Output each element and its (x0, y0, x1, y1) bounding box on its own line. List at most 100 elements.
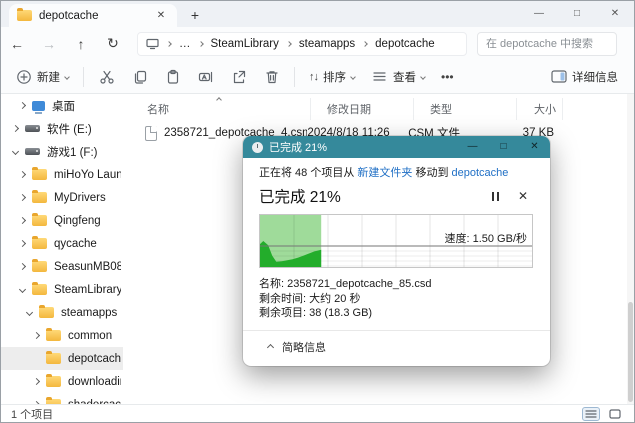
expand-chevron-icon[interactable] (12, 125, 19, 132)
sidebar-item-label: SeasunMB0803 (54, 261, 121, 273)
details-pane-button[interactable]: 详细信息 (542, 63, 626, 91)
sidebar-tree-item[interactable]: depotcache (1, 347, 123, 370)
breadcrumb[interactable]: … SteamLibrary steamapps depotcache (137, 32, 467, 56)
explorer-window: depotcache ✕ + — □ ✕ ← → ↑ ↻ … SteamLibr… (0, 0, 635, 423)
rename-button[interactable] (189, 63, 222, 91)
expand-chevron-icon[interactable] (33, 378, 40, 385)
details-pane-label: 详细信息 (572, 69, 618, 85)
expand-chevron-icon[interactable] (19, 194, 26, 201)
items-remaining-line: 剩余项目: 38 (18.3 GB) (259, 306, 534, 321)
delete-button[interactable] (255, 63, 288, 91)
expand-chevron-icon[interactable] (12, 148, 19, 155)
column-header-size[interactable]: 大小 (517, 98, 563, 120)
sidebar-tree-item[interactable]: SteamLibrary (1, 278, 123, 301)
back-button[interactable]: ← (1, 36, 33, 52)
sidebar-tree-item[interactable]: qycache (1, 232, 123, 255)
sidebar-tree-item[interactable]: 游戏1 (F:) (1, 140, 123, 163)
cut-button[interactable] (90, 63, 123, 91)
rename-icon (197, 68, 214, 85)
tab-depotcache[interactable]: depotcache ✕ (9, 4, 177, 27)
command-toolbar: 新建 ↑↓ 排序 查看 (1, 60, 634, 94)
sidebar-item-label: 软件 (E:) (47, 121, 92, 137)
share-button[interactable] (222, 63, 255, 91)
new-button[interactable]: 新建 (7, 63, 77, 91)
expand-chevron-icon[interactable] (19, 217, 26, 224)
breadcrumb-separator-icon (286, 41, 292, 47)
chevron-down-icon (420, 74, 426, 80)
breadcrumb-depotcache[interactable]: depotcache (375, 38, 434, 50)
paste-button[interactable] (156, 63, 189, 91)
window-minimize-button[interactable]: — (520, 1, 558, 27)
more-options-button[interactable]: ••• (433, 63, 462, 91)
large-icons-view-button[interactable] (606, 407, 624, 421)
item-name-line: 名称: 2358721_depotcache_85.csd (259, 277, 534, 292)
expand-chevron-icon[interactable] (19, 171, 26, 178)
navigation-bar: ← → ↑ ↻ … SteamLibrary steamapps depotca… (1, 27, 634, 60)
dialog-title-bar[interactable]: 已完成 21% — □ ✕ (243, 136, 550, 158)
cancel-transfer-button[interactable]: ✕ (512, 189, 534, 203)
window-maximize-button[interactable]: □ (558, 1, 596, 27)
dialog-maximize-button[interactable]: □ (488, 136, 519, 158)
sidebar-item-label: SteamLibrary (54, 284, 121, 296)
transfer-description: 正在将 48 个项目从 新建文件夹 移动到 depotcache (259, 166, 534, 181)
expand-chevron-icon[interactable] (19, 240, 26, 247)
dialog-close-button[interactable]: ✕ (519, 136, 550, 158)
breadcrumb-steamapps[interactable]: steamapps (299, 38, 355, 50)
sort-ascending-icon (216, 97, 222, 103)
folder-icon (17, 10, 32, 21)
expand-chevron-icon[interactable] (26, 309, 33, 316)
column-header-date[interactable]: 修改日期 (311, 98, 414, 120)
sidebar-tree-item[interactable]: Qingfeng (1, 209, 123, 232)
chevron-down-icon (64, 74, 70, 80)
sidebar-tree-item[interactable]: SeasunMB0803 (1, 255, 123, 278)
sidebar-tree-item[interactable]: downloading (1, 370, 123, 393)
new-tab-button[interactable]: + (185, 6, 205, 26)
column-header-size-label: 大小 (534, 101, 556, 117)
column-header-type-label: 类型 (430, 101, 452, 117)
sidebar-item-label: miHoYo Launch (54, 169, 121, 181)
drive-icon (25, 148, 40, 155)
sidebar-tree-item[interactable]: common (1, 324, 123, 347)
sidebar-item-label: qycache (54, 238, 97, 250)
pause-button[interactable] (484, 187, 506, 205)
sidebar-tree-item[interactable]: MyDrivers (1, 186, 123, 209)
details-view-button[interactable] (582, 407, 600, 421)
chevron-up-icon (267, 343, 274, 350)
sidebar-tree-item[interactable]: steamapps (1, 301, 123, 324)
sort-button[interactable]: ↑↓ 排序 (301, 63, 363, 91)
search-box[interactable] (477, 32, 617, 56)
tab-close-icon[interactable]: ✕ (153, 8, 169, 24)
tab-strip: depotcache ✕ + — □ ✕ (1, 1, 634, 27)
folder-icon (32, 192, 47, 203)
target-folder-link[interactable]: depotcache (452, 167, 509, 179)
search-input[interactable] (486, 38, 608, 50)
folder-icon (32, 261, 47, 272)
expand-chevron-icon[interactable] (19, 263, 26, 270)
time-remaining-line: 剩余时间: 大约 20 秒 (259, 292, 534, 307)
fewer-details-button[interactable]: 简略信息 (259, 331, 550, 366)
source-folder-link[interactable]: 新建文件夹 (357, 167, 412, 179)
sidebar-item-label: MyDrivers (54, 192, 106, 204)
sidebar-tree-item[interactable]: 软件 (E:) (1, 117, 123, 140)
share-icon (230, 68, 247, 85)
forward-button[interactable]: → (33, 36, 65, 52)
window-close-button[interactable]: ✕ (596, 1, 634, 27)
expand-chevron-icon[interactable] (19, 102, 26, 109)
breadcrumb-ellipsis[interactable]: … (179, 38, 191, 50)
sidebar-tree-item[interactable]: 桌面 (1, 94, 123, 117)
details-pane-icon (550, 68, 567, 85)
view-button[interactable]: 查看 (363, 63, 433, 91)
breadcrumb-steamlibrary[interactable]: SteamLibrary (211, 38, 279, 50)
folder-icon (32, 169, 47, 180)
up-button[interactable]: ↑ (65, 36, 97, 52)
column-header-name[interactable]: 名称 (131, 98, 311, 120)
item-count: 1 个项目 (11, 406, 53, 422)
copy-button[interactable] (123, 63, 156, 91)
expand-chevron-icon[interactable] (33, 332, 40, 339)
expand-chevron-icon[interactable] (19, 286, 26, 293)
sidebar-tree-item[interactable]: miHoYo Launch (1, 163, 123, 186)
dialog-minimize-button[interactable]: — (457, 136, 488, 158)
refresh-button[interactable]: ↻ (97, 35, 129, 52)
column-header-type[interactable]: 类型 (414, 98, 517, 120)
fewer-details-label: 简略信息 (282, 339, 326, 355)
